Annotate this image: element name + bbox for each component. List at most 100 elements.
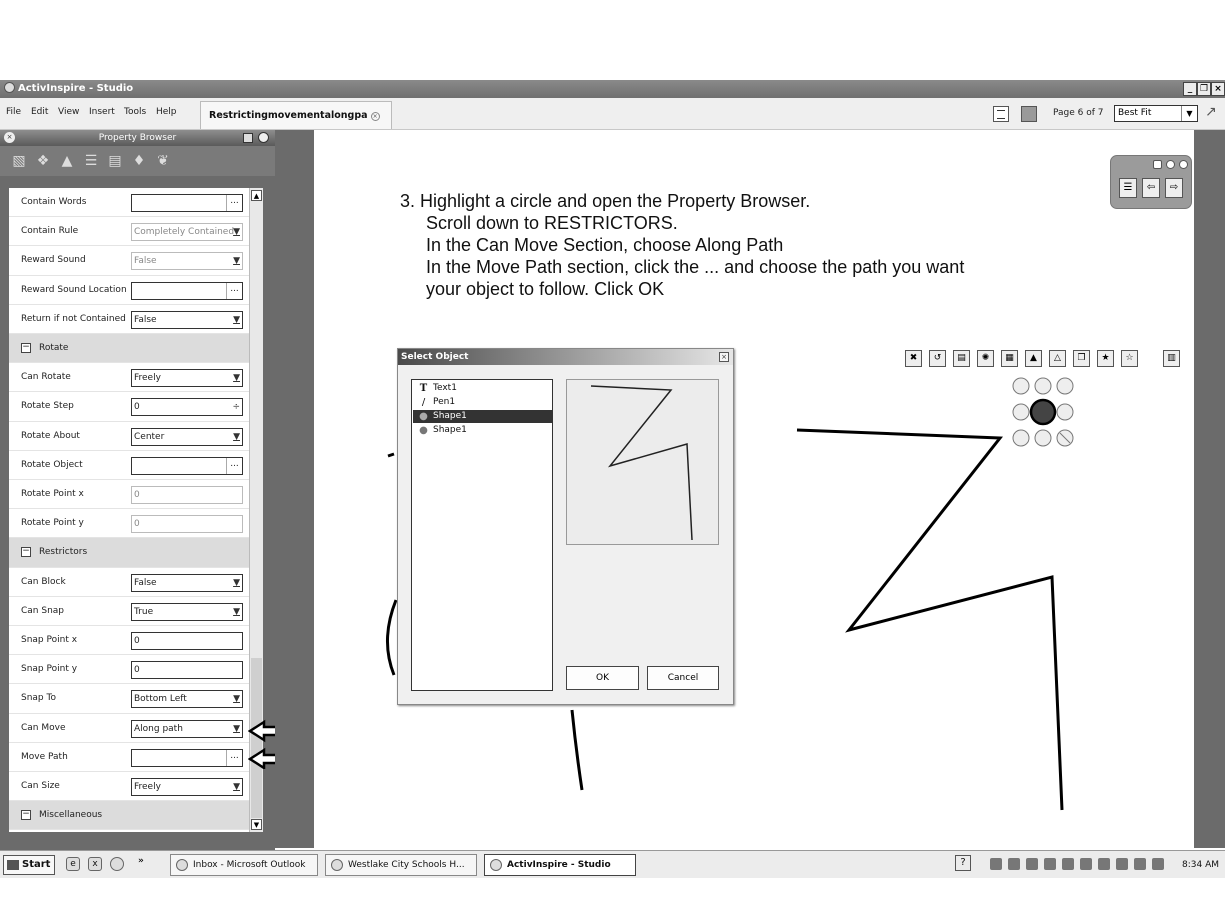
property-section-header[interactable]: − Miscellaneous: [9, 801, 249, 831]
property-dropdown[interactable]: Completely Contained ▼: [131, 223, 243, 242]
browser-tool-icon[interactable]: ☰: [82, 152, 100, 170]
property-dropdown[interactable]: Freely ▼: [131, 778, 243, 796]
menu-tools[interactable]: Tools: [124, 107, 146, 117]
page-thumbnail-icon[interactable]: [1021, 106, 1037, 122]
browse-button[interactable]: ...: [226, 282, 242, 299]
tray-icon[interactable]: [1098, 858, 1110, 870]
activinspire-quick-icon[interactable]: [110, 857, 124, 871]
scroll-down-icon[interactable]: ▼: [251, 819, 262, 830]
chevron-down-icon[interactable]: ▼: [233, 429, 240, 445]
browser-tool-icon[interactable]: ▤: [106, 152, 124, 170]
chevron-down-icon[interactable]: ▼: [233, 575, 240, 591]
handle-icon[interactable]: [1012, 403, 1030, 421]
object-list-item[interactable]: ● Shape1: [413, 424, 552, 437]
layer-icon[interactable]: ▤: [953, 350, 970, 367]
close-icon[interactable]: ✖: [905, 350, 922, 367]
browser-tool-icon[interactable]: ▲: [58, 152, 76, 170]
handle-icon[interactable]: [1056, 377, 1074, 395]
chevron-down-icon[interactable]: ▼: [233, 691, 240, 707]
handle-icon[interactable]: [1012, 377, 1030, 395]
internet-explorer-icon[interactable]: e: [66, 857, 80, 871]
cancel-button[interactable]: Cancel: [647, 666, 719, 690]
tray-icon[interactable]: [1044, 858, 1056, 870]
object-list-item[interactable]: / Pen1: [413, 396, 552, 409]
page-browser-icon[interactable]: ☰: [1119, 178, 1137, 198]
property-dropdown[interactable]: Center ▼: [131, 427, 243, 446]
zoom-select[interactable]: Best Fit ▼: [1114, 105, 1198, 122]
property-input[interactable]: 0: [131, 632, 243, 650]
collapse-section-icon[interactable]: −: [21, 810, 31, 821]
taskbar-item[interactable]: Inbox - Microsoft Outlook: [170, 854, 318, 876]
browse-button[interactable]: ...: [226, 457, 242, 474]
close-tab-icon[interactable]: ×: [370, 112, 380, 121]
browse-button[interactable]: ...: [226, 195, 242, 211]
property-section-header[interactable]: − Restrictors: [9, 538, 249, 568]
menu-file[interactable]: File: [6, 107, 21, 117]
undo-icon[interactable]: ↺: [929, 350, 946, 367]
copy-icon[interactable]: ❐: [1073, 350, 1090, 367]
collapse-section-icon[interactable]: −: [21, 343, 31, 353]
property-dropdown[interactable]: False ▼: [131, 310, 243, 329]
taskbar-item-active[interactable]: ActivInspire - Studio: [484, 854, 636, 876]
chevron-down-icon[interactable]: ▼: [233, 312, 240, 328]
close-window-button[interactable]: ×: [1211, 82, 1225, 96]
minimize-button[interactable]: _: [1183, 82, 1197, 96]
tray-icon[interactable]: [1134, 858, 1146, 870]
widget-menu-icon[interactable]: [1153, 160, 1162, 169]
tray-icon[interactable]: [1152, 858, 1164, 870]
selected-circle-shape[interactable]: [1029, 398, 1057, 426]
browser-tool-icon[interactable]: ❦: [154, 152, 172, 170]
fill-icon[interactable]: ▥: [1163, 350, 1180, 367]
property-dropdown[interactable]: Bottom Left ▼: [131, 690, 243, 709]
panel-pin-icon[interactable]: [258, 132, 269, 143]
handle-icon[interactable]: [1034, 429, 1052, 447]
object-list-item-selected[interactable]: ● Shape1: [413, 410, 552, 423]
start-button[interactable]: Start: [3, 855, 55, 875]
collapse-section-icon[interactable]: −: [21, 547, 31, 558]
browser-tool-icon[interactable]: ❖: [34, 152, 52, 170]
tray-icon[interactable]: [1008, 858, 1020, 870]
menu-view[interactable]: View: [58, 107, 79, 117]
tray-icon[interactable]: [990, 858, 1002, 870]
property-dropdown[interactable]: False ▼: [131, 252, 243, 271]
excel-icon[interactable]: x: [88, 857, 102, 871]
chevron-down-icon[interactable]: ▼: [233, 604, 240, 620]
favorite-remove-icon[interactable]: ☆: [1121, 350, 1138, 367]
document-tab[interactable]: Restrictingmovementalongpa ×: [200, 101, 392, 129]
property-input[interactable]: 0: [131, 515, 243, 534]
property-section-header[interactable]: − Rotate: [9, 334, 249, 364]
property-input[interactable]: 0: [131, 486, 243, 504]
handle-icon[interactable]: [1056, 403, 1074, 421]
menu-help[interactable]: Help: [156, 107, 177, 117]
property-browse-field[interactable]: ...: [131, 456, 243, 475]
property-dropdown[interactable]: Freely ▼: [131, 369, 243, 388]
browser-tool-icon[interactable]: ▧: [10, 152, 28, 170]
arrange-icon[interactable]: ▦: [1001, 350, 1018, 367]
tray-icon[interactable]: [1080, 858, 1092, 870]
chevron-down-icon[interactable]: ▼: [233, 779, 240, 795]
dialog-close-icon[interactable]: ×: [719, 352, 729, 362]
browse-button[interactable]: ...: [226, 749, 242, 766]
object-list-item[interactable]: T Text1: [413, 382, 552, 395]
property-dropdown[interactable]: True ▼: [131, 602, 243, 621]
chevron-down-icon[interactable]: ▼: [233, 370, 240, 386]
spinner-icon[interactable]: ÷: [232, 399, 240, 415]
fullscreen-icon[interactable]: ↗: [1205, 104, 1217, 120]
chevron-down-icon[interactable]: ▼: [233, 253, 240, 269]
handle-icon[interactable]: [1034, 377, 1052, 395]
property-browse-field[interactable]: ...: [131, 194, 243, 212]
property-input[interactable]: 0 ÷: [131, 398, 243, 417]
property-browse-field[interactable]: ...: [131, 281, 243, 300]
layer-up-icon[interactable]: △: [1049, 350, 1066, 367]
next-page-icon[interactable]: ⇨: [1165, 178, 1183, 198]
page-view-icon[interactable]: [993, 106, 1009, 122]
property-input[interactable]: 0: [131, 661, 243, 680]
more-quicklaunch-icon[interactable]: »: [138, 856, 144, 866]
widget-close-icon[interactable]: [1179, 160, 1188, 169]
favorite-icon[interactable]: ★: [1097, 350, 1114, 367]
handle-icon[interactable]: [1012, 429, 1030, 447]
close-panel-icon[interactable]: ×: [4, 132, 15, 143]
widget-minimize-icon[interactable]: [1166, 160, 1175, 169]
property-dropdown[interactable]: False ▼: [131, 573, 243, 592]
browser-tool-icon[interactable]: ♦: [130, 152, 148, 170]
